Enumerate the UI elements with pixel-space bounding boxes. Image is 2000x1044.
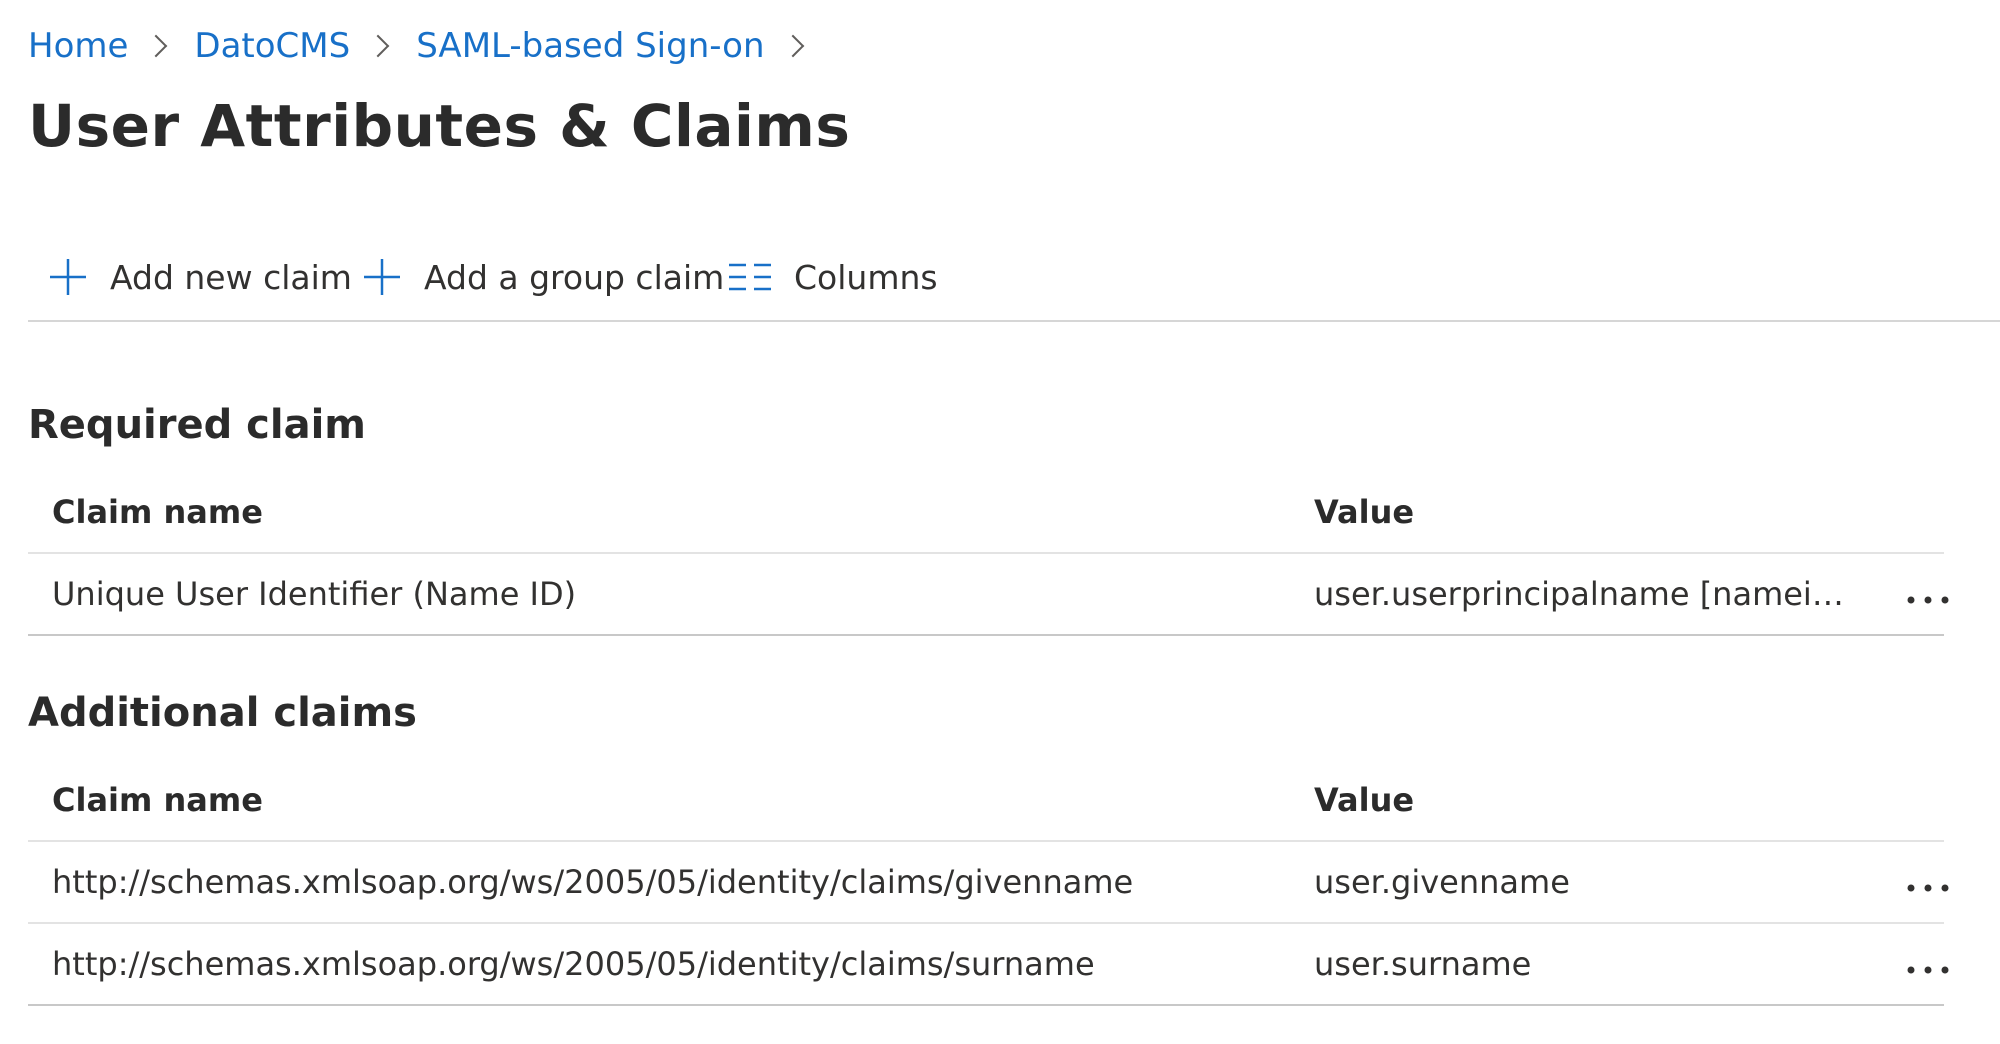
claim-name-cell: Unique User Identifier (Name ID): [52, 575, 577, 613]
breadcrumb-item-saml-sign-on[interactable]: SAML-based Sign-on: [416, 26, 764, 66]
claim-name-cell: http://schemas.xmlsoap.org/ws/2005/05/id…: [52, 945, 1095, 983]
more-horizontal-icon: [1906, 945, 1950, 983]
plus-icon: [48, 257, 88, 297]
claim-value-cell: user.userprincipalname [nameid-for...: [1314, 575, 1854, 613]
more-options-button[interactable]: [1898, 950, 1958, 978]
more-horizontal-icon: [1906, 575, 1950, 613]
chevron-right-icon: [781, 34, 804, 58]
add-group-claim-label: Add a group claim: [424, 257, 725, 297]
table-row[interactable]: http://schemas.xmlsoap.org/ws/2005/05/id…: [28, 924, 1949, 1006]
columns-icon: [728, 262, 772, 292]
breadcrumb: Home DatoCMS SAML-based Sign-on: [28, 22, 831, 70]
column-header-value[interactable]: Value: [1314, 472, 1414, 552]
breadcrumb-item-home[interactable]: Home: [28, 26, 128, 66]
more-horizontal-icon: [1906, 863, 1950, 901]
add-new-claim-button[interactable]: Add new claim: [48, 250, 352, 304]
more-options-button[interactable]: [1898, 868, 1958, 896]
required-claim-heading: Required claim: [28, 402, 366, 448]
claim-value-cell: user.surname: [1314, 945, 1532, 983]
claim-value-cell: user.givenname: [1314, 863, 1570, 901]
table-row[interactable]: Unique User Identifier (Name ID) user.us…: [28, 554, 1949, 636]
additional-claims-table: Claim name Value http://schemas.xmlsoap.…: [28, 760, 1949, 1006]
columns-label: Columns: [794, 257, 938, 297]
table-header-row: Claim name Value: [28, 472, 1944, 554]
columns-button[interactable]: Columns: [728, 250, 938, 304]
chevron-right-icon: [145, 34, 168, 58]
chevron-right-icon: [366, 34, 390, 58]
command-bar: Add new claim Add a group claim Columns: [28, 250, 2000, 322]
table-row[interactable]: http://schemas.xmlsoap.org/ws/2005/05/id…: [28, 842, 1949, 924]
more-options-button[interactable]: [1898, 580, 1958, 608]
page-title: User Attributes & Claims: [28, 92, 851, 160]
table-header-row: Claim name Value: [28, 760, 1944, 842]
additional-claims-heading: Additional claims: [28, 690, 417, 736]
column-header-claim-name[interactable]: Claim name: [52, 760, 263, 840]
add-new-claim-label: Add new claim: [110, 257, 352, 297]
column-header-claim-name[interactable]: Claim name: [52, 472, 263, 552]
column-header-value[interactable]: Value: [1314, 760, 1414, 840]
claim-name-cell: http://schemas.xmlsoap.org/ws/2005/05/id…: [52, 863, 1134, 901]
breadcrumb-item-datocms[interactable]: DatoCMS: [194, 26, 350, 66]
required-claim-table: Claim name Value Unique User Identifier …: [28, 472, 1949, 636]
plus-icon: [362, 257, 402, 297]
add-group-claim-button[interactable]: Add a group claim: [362, 250, 724, 304]
